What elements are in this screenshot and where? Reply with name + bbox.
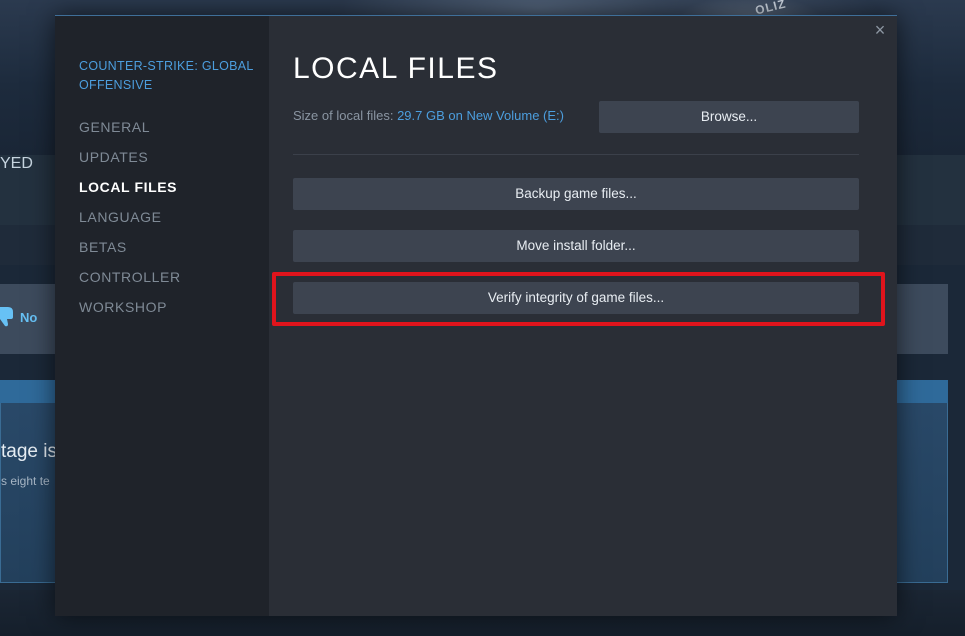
size-value-link[interactable]: 29.7 GB on New Volume (E:): [397, 108, 564, 123]
nav-item-betas[interactable]: BETAS: [79, 232, 264, 262]
game-title: COUNTER-STRIKE: GLOBAL OFFENSIVE: [79, 59, 254, 92]
nav-item-general[interactable]: GENERAL: [79, 112, 264, 142]
nav-item-language[interactable]: LANGUAGE: [79, 202, 264, 232]
nav-item-local-files[interactable]: LOCAL FILES: [79, 172, 264, 202]
properties-nav: GENERAL UPDATES LOCAL FILES LANGUAGE BET…: [79, 112, 264, 322]
thumbs-down-icon: [0, 307, 13, 327]
nav-item-workshop[interactable]: WORKSHOP: [79, 292, 264, 322]
backup-game-files-button[interactable]: Backup game files...: [293, 178, 859, 210]
verify-integrity-button[interactable]: Verify integrity of game files...: [293, 282, 859, 314]
browse-button[interactable]: Browse...: [599, 101, 859, 133]
local-files-size: Size of local files: 29.7 GB on New Volu…: [293, 108, 564, 123]
move-install-folder-button[interactable]: Move install folder...: [293, 230, 859, 262]
close-icon[interactable]: ×: [871, 21, 889, 39]
page-title: LOCAL FILES: [293, 52, 499, 85]
review-box-right: [897, 284, 948, 354]
review-no-button[interactable]: No: [0, 300, 56, 334]
size-label: Size of local files:: [293, 108, 394, 123]
notice-title: tage is: [1, 441, 57, 462]
review-no-label: No: [20, 309, 38, 325]
properties-sidebar: COUNTER-STRIKE: GLOBAL OFFENSIVE GENERAL…: [55, 16, 269, 616]
played-label: YED: [0, 155, 33, 172]
notice-text: s eight te: [1, 474, 50, 488]
divider: [293, 154, 859, 155]
nav-item-updates[interactable]: UPDATES: [79, 142, 264, 172]
properties-content: × LOCAL FILES Size of local files: 29.7 …: [269, 16, 897, 616]
game-properties-dialog: COUNTER-STRIKE: GLOBAL OFFENSIVE GENERAL…: [55, 15, 897, 616]
nav-item-controller[interactable]: CONTROLLER: [79, 262, 264, 292]
